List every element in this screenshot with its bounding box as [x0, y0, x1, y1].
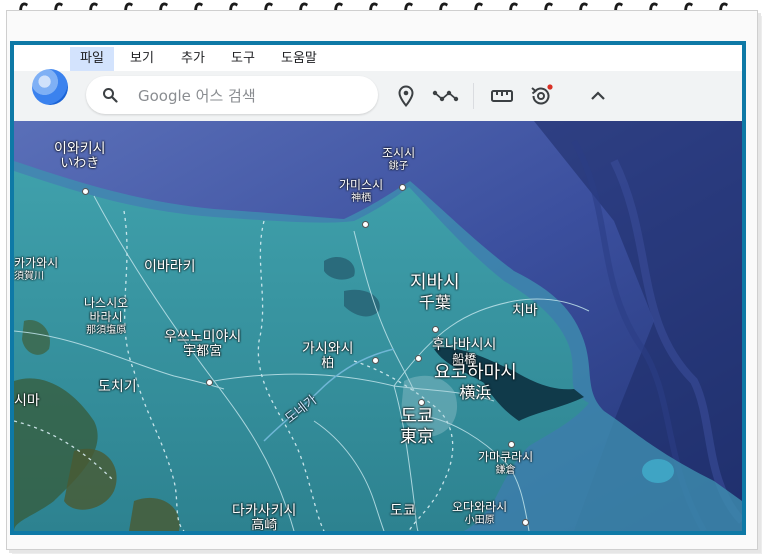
- menu-help[interactable]: 도움말: [271, 47, 327, 71]
- map-label-tochigi: 도치기: [98, 379, 137, 395]
- search-icon[interactable]: [102, 87, 118, 103]
- map-label-iwaki: 이와키시 いわき: [54, 141, 106, 172]
- search-box: [86, 76, 378, 114]
- map-marker: [415, 355, 422, 362]
- map-label-odawara: 오다와라시 小田原: [452, 500, 508, 526]
- map-label-partial-city: 시마: [14, 393, 40, 409]
- map-marker: [522, 519, 529, 526]
- map-label-sukagawa: 카가와시 須賀川: [14, 256, 59, 282]
- menu-tools[interactable]: 도구: [221, 47, 265, 71]
- notification-dot: [547, 84, 553, 90]
- map-label-chiba-city: 지바시 千葉: [410, 272, 460, 312]
- map-label-tokyo: 도쿄 東京: [400, 406, 434, 447]
- map-label-choshi: 조시시 銚子: [382, 146, 416, 172]
- history-icon[interactable]: [529, 84, 553, 108]
- toolbar-divider: [473, 83, 474, 109]
- pin-icon[interactable]: [394, 84, 418, 108]
- map-marker: [372, 357, 379, 364]
- path-icon[interactable]: [432, 84, 460, 108]
- map-label-kamisu: 가미스시 神栖: [339, 178, 384, 204]
- map-marker: [418, 399, 425, 406]
- map-label-tokyo-bottom: 도쿄: [390, 503, 416, 519]
- map-marker: [432, 326, 439, 333]
- map-marker: [399, 184, 406, 191]
- map-label-yokohama: 요코하마시 横浜: [434, 362, 517, 402]
- satellite-map[interactable]: 이와키시 いわき 조시시 銚子 가미스시 神栖 카가와시 須賀川 이바라키 지바시 千葉 …: [14, 121, 742, 531]
- map-label-chiba: 치바: [512, 303, 538, 319]
- map-marker: [206, 379, 213, 386]
- map-label-kashiwa: 가시와시 柏: [302, 341, 354, 372]
- map-marker: [82, 188, 89, 195]
- map-label-takasaki: 다카사키시 高崎: [232, 503, 297, 531]
- search-input[interactable]: [136, 82, 370, 110]
- map-marker: [362, 221, 369, 228]
- toolbar: [14, 69, 742, 121]
- map-label-ibaraki: 이바라키: [144, 259, 196, 275]
- menu-file[interactable]: 파일: [70, 47, 114, 71]
- map-label-kamakura: 가마쿠라시 鎌倉: [478, 450, 534, 476]
- menu-view[interactable]: 보기: [120, 47, 164, 71]
- google-earth-logo[interactable]: [32, 69, 68, 105]
- map-marker: [508, 441, 515, 448]
- map-label-utsunomiya: 우쓰노미야시 宇都宮: [164, 329, 242, 360]
- menu-add[interactable]: 추가: [171, 47, 215, 71]
- chevron-up-icon[interactable]: [586, 84, 610, 108]
- map-label-nasushiobara: 나스시오 바라시 那須塩原: [84, 296, 129, 336]
- menu-bar: 파일 보기 추가 도구 도움말: [14, 45, 742, 71]
- ruler-icon[interactable]: [490, 84, 514, 108]
- google-earth-window: 파일 보기 추가 도구 도움말 Google 어스 검색 이와키시 いわき 조시…: [10, 41, 746, 535]
